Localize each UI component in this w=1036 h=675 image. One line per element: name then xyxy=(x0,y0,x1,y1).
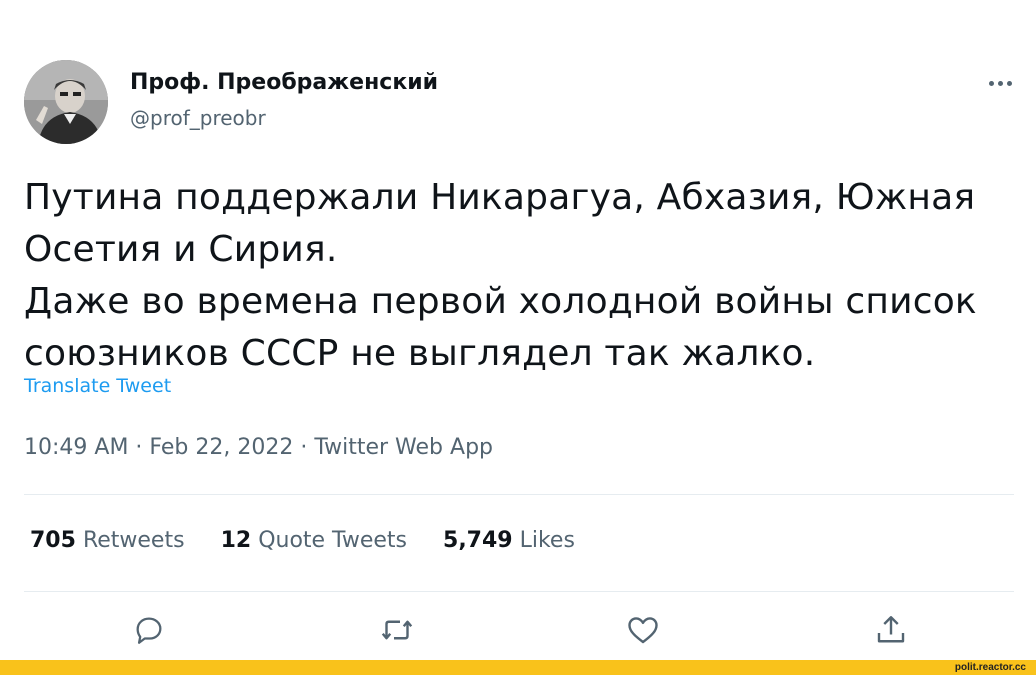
avatar[interactable] xyxy=(24,60,108,144)
tweet-card: Проф. Преображенский @prof_preobr Путина… xyxy=(0,0,1036,660)
author-handle[interactable]: @prof_preobr xyxy=(130,106,266,130)
more-dot xyxy=(997,80,1003,86)
tweet-stats: 705 Retweets 12 Quote Tweets 5,749 Likes xyxy=(30,528,575,553)
meta-separator: · xyxy=(293,435,315,460)
tweet-source[interactable]: Twitter Web App xyxy=(314,435,493,460)
share-icon xyxy=(877,616,905,643)
likes-count: 5,749 xyxy=(443,528,513,553)
tweet-text: Путина поддержали Никарагуа, Абхазия, Юж… xyxy=(24,177,977,374)
more-dot xyxy=(1006,80,1012,86)
tweet-time[interactable]: 10:49 AM xyxy=(24,435,128,460)
avatar-photo xyxy=(24,60,108,144)
tweet-metadata: 10:49 AM · Feb 22, 2022 · Twitter Web Ap… xyxy=(24,435,493,460)
retweets-count: 705 xyxy=(30,528,76,553)
share-button[interactable] xyxy=(866,605,916,655)
meta-separator: · xyxy=(128,435,150,460)
likes-label: Likes xyxy=(519,528,575,553)
quote-tweets-count: 12 xyxy=(220,528,252,553)
quote-tweets-stat[interactable]: 12 Quote Tweets xyxy=(221,528,407,553)
retweets-label: Retweets xyxy=(82,528,185,553)
divider xyxy=(24,494,1014,495)
retweets-stat[interactable]: 705 Retweets xyxy=(30,528,185,553)
heart-icon xyxy=(628,617,658,644)
author-display-name[interactable]: Проф. Преображенский xyxy=(130,70,438,95)
reply-icon xyxy=(136,617,162,644)
site-footer-bar: polit.reactor.cc xyxy=(0,660,1036,675)
retweet-icon xyxy=(381,620,413,640)
site-watermark[interactable]: polit.reactor.cc xyxy=(955,660,1026,675)
reply-button[interactable] xyxy=(124,605,174,655)
like-button[interactable] xyxy=(618,605,668,655)
quote-tweets-label: Quote Tweets xyxy=(258,528,408,553)
retweet-button[interactable] xyxy=(372,605,422,655)
more-horizontal-icon xyxy=(988,80,994,86)
tweet-date[interactable]: Feb 22, 2022 xyxy=(149,435,293,460)
divider xyxy=(24,591,1014,592)
more-options-button[interactable] xyxy=(980,68,1020,98)
translate-tweet-link[interactable]: Translate Tweet xyxy=(24,375,171,397)
likes-stat[interactable]: 5,749 Likes xyxy=(443,528,575,553)
tweet-actions xyxy=(0,605,1036,655)
